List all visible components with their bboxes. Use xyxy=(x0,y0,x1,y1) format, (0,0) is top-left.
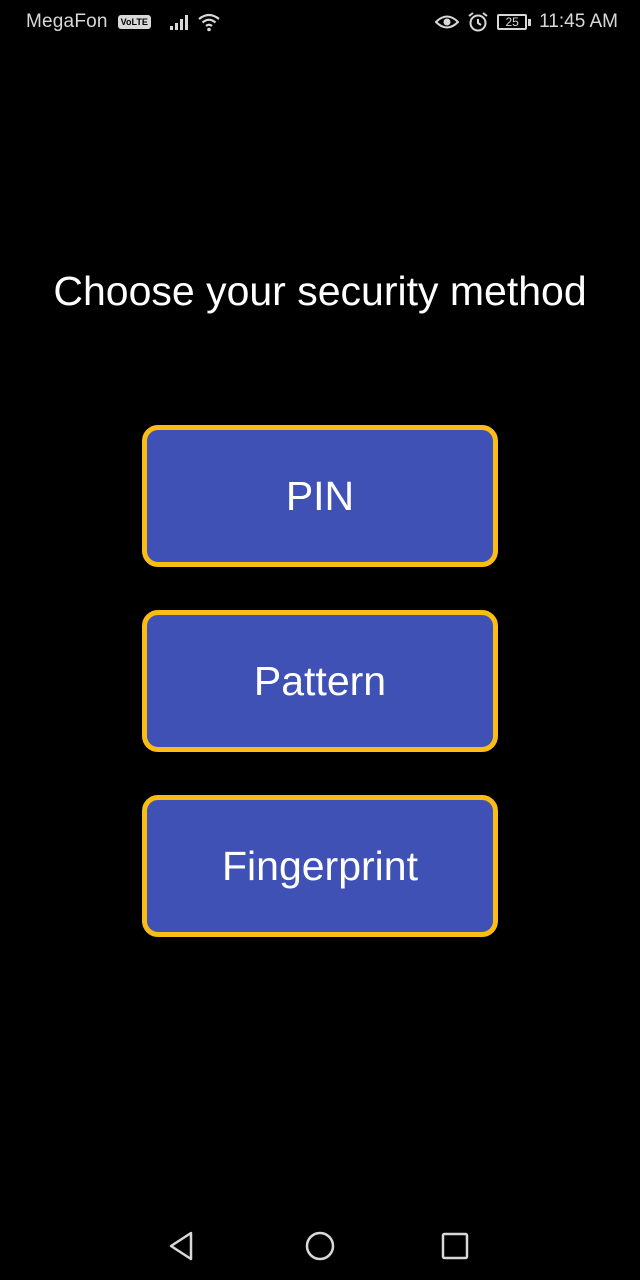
alarm-icon xyxy=(467,11,489,33)
signal-icon xyxy=(169,14,189,30)
battery-level: 25 xyxy=(497,14,528,30)
clock: 11:45 AM xyxy=(539,11,618,32)
wifi-icon xyxy=(197,12,221,32)
page-title: Choose your security method xyxy=(53,268,587,314)
screen: MegaFon VoLTE 25 11:45 AM Choose your se… xyxy=(0,0,640,1280)
recents-icon xyxy=(441,1232,469,1260)
home-button[interactable] xyxy=(300,1226,340,1266)
back-button[interactable] xyxy=(162,1226,202,1266)
status-left: MegaFon VoLTE xyxy=(26,11,221,33)
status-right: 25 11:45 AM xyxy=(435,11,618,33)
status-bar: MegaFon VoLTE 25 11:45 AM xyxy=(0,0,640,44)
battery-icon: 25 xyxy=(497,14,532,30)
carrier-name: MegaFon xyxy=(26,11,108,32)
pin-button[interactable]: PIN xyxy=(142,425,498,567)
fingerprint-button[interactable]: Fingerprint xyxy=(142,795,498,937)
home-icon xyxy=(305,1231,335,1261)
eye-icon xyxy=(435,14,460,30)
navigation-bar xyxy=(0,1208,640,1280)
recents-button[interactable] xyxy=(435,1226,475,1266)
volte-badge: VoLTE xyxy=(117,15,151,29)
back-icon xyxy=(169,1231,193,1261)
pattern-button[interactable]: Pattern xyxy=(142,610,498,752)
